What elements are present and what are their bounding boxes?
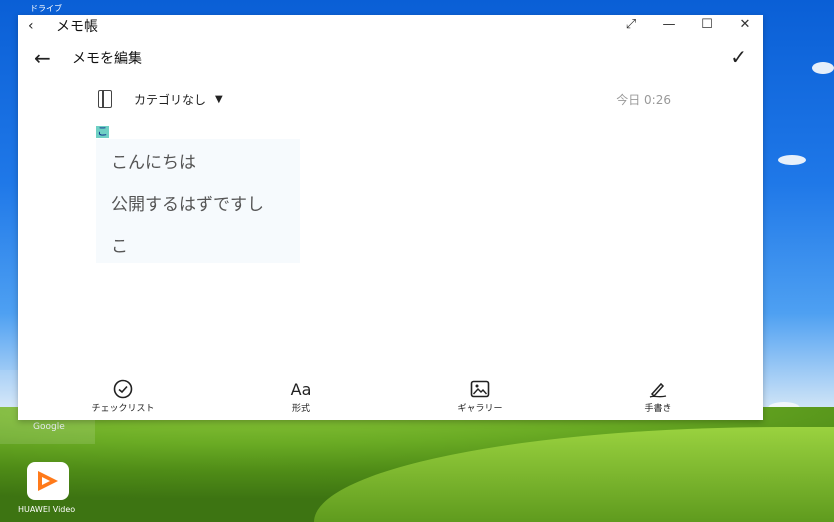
notebook-icon bbox=[98, 90, 112, 108]
close-icon[interactable]: ✕ bbox=[737, 17, 753, 32]
minimize-icon[interactable]: — bbox=[661, 17, 677, 32]
text-cursor-selection[interactable]: こ bbox=[96, 126, 109, 138]
drive-label: ドライブ bbox=[30, 4, 62, 13]
note-line: こ bbox=[111, 237, 128, 257]
note-timestamp: 今日 0:26 bbox=[616, 93, 671, 107]
category-row: カテゴリなし ▼ 今日 0:26 bbox=[98, 89, 671, 109]
expand-icon[interactable]: ⤢ bbox=[623, 17, 639, 32]
notepad-window: ‹ メモ帳 ⤢ — ☐ ✕ ← メモを編集 ✓ カテゴリなし ▼ 今日 0:26… bbox=[18, 15, 763, 420]
dropdown-caret-icon[interactable]: ▼ bbox=[215, 94, 223, 105]
checklist-icon bbox=[73, 378, 173, 400]
handwriting-button[interactable]: 手書き bbox=[608, 378, 708, 414]
google-label: Google bbox=[33, 422, 65, 432]
gallery-button[interactable]: ギャラリー bbox=[430, 378, 530, 414]
format-button[interactable]: Aa 形式 bbox=[251, 378, 351, 415]
title-bar: ‹ メモ帳 ⤢ — ☐ ✕ bbox=[18, 15, 763, 37]
gallery-icon bbox=[430, 378, 530, 400]
checklist-button[interactable]: チェックリスト bbox=[73, 378, 173, 414]
category-selector[interactable]: カテゴリなし bbox=[134, 91, 206, 108]
format-label: 形式 bbox=[291, 404, 310, 414]
page-title: メモを編集 bbox=[72, 51, 142, 67]
gallery-label: ギャラリー bbox=[457, 404, 503, 414]
checklist-label: チェックリスト bbox=[91, 404, 155, 414]
note-line: こんにちは bbox=[111, 153, 196, 173]
bottom-toolbar: チェックリスト Aa 形式 ギャラリー 手書き bbox=[18, 378, 763, 418]
titlebar-back-icon[interactable]: ‹ bbox=[28, 18, 42, 34]
note-line: 公開するはずですし bbox=[111, 195, 264, 215]
handwriting-label: 手書き bbox=[644, 404, 672, 414]
handwriting-icon bbox=[608, 378, 708, 400]
window-controls: ⤢ — ☐ ✕ bbox=[623, 17, 753, 32]
format-icon: Aa bbox=[290, 379, 312, 399]
back-arrow-icon[interactable]: ← bbox=[34, 46, 58, 70]
note-editor[interactable]: こんにちは 公開するはずですし こ bbox=[96, 139, 300, 263]
page-header: ← メモを編集 ✓ bbox=[18, 43, 763, 73]
save-check-icon[interactable]: ✓ bbox=[730, 45, 747, 69]
maximize-icon[interactable]: ☐ bbox=[699, 17, 715, 32]
play-icon bbox=[38, 471, 58, 491]
window-title: メモ帳 bbox=[56, 19, 98, 35]
cloud bbox=[778, 155, 806, 165]
huawei-video-app-icon[interactable] bbox=[27, 462, 69, 500]
huawei-video-label: HUAWEI Video bbox=[18, 505, 76, 514]
cloud bbox=[812, 62, 834, 74]
